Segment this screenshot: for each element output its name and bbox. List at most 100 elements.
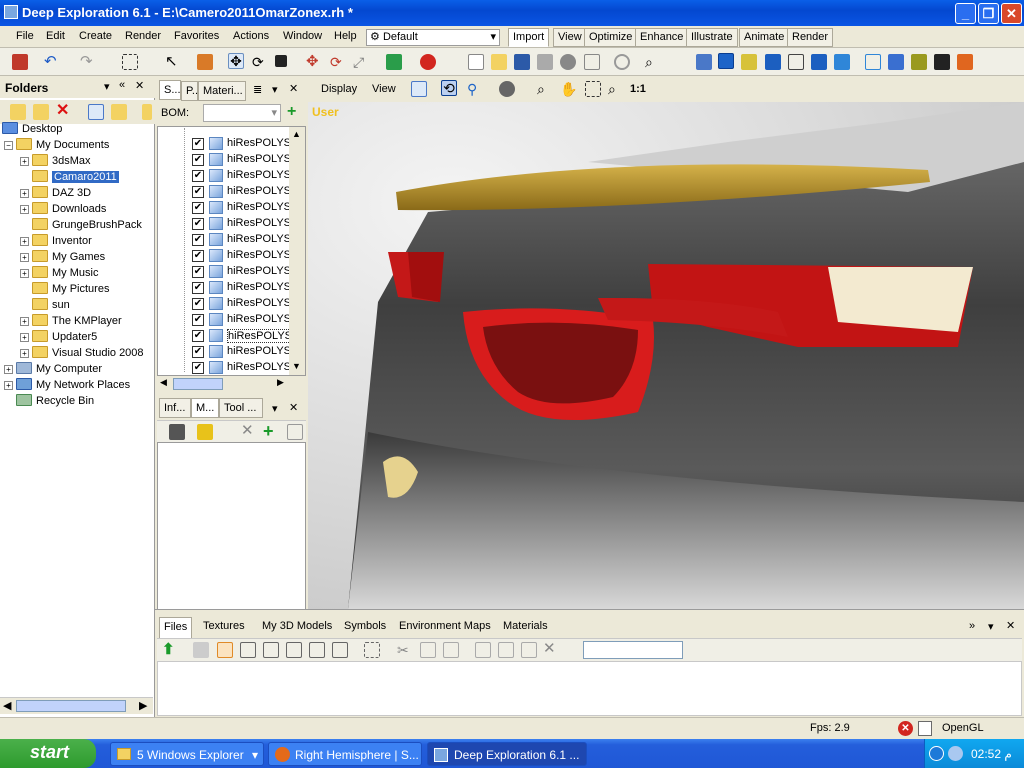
new-file-icon[interactable] (468, 54, 484, 70)
visibility-checkbox[interactable]: ✔ (192, 266, 204, 278)
bom-select[interactable]: ▾ (203, 104, 281, 122)
zoom-in-icon[interactable]: ⌕ (608, 81, 624, 97)
tab-properties[interactable]: P... (181, 81, 198, 101)
cut-icon[interactable]: ✂ (397, 642, 413, 658)
menu-actions[interactable]: Actions (233, 30, 269, 42)
app-menu-icon[interactable] (12, 54, 28, 70)
scroll-down-icon[interactable]: ▼ (292, 361, 301, 371)
view-front-icon[interactable] (696, 54, 712, 70)
zoom-extents-icon[interactable] (411, 81, 427, 97)
tab-symbols[interactable]: Symbols (340, 617, 391, 638)
tab-my-3d-models[interactable]: My 3D Models (258, 617, 337, 638)
actual-size-button[interactable]: 1:1 (630, 83, 646, 95)
bom-vscrollbar[interactable]: ▲ ▼ (289, 127, 305, 375)
view-textured-icon[interactable] (741, 54, 757, 70)
list-view-icon[interactable] (286, 642, 302, 658)
hidden-line-icon[interactable] (934, 54, 950, 70)
panel-menu-icon[interactable]: ▾ (272, 402, 278, 415)
bom-row[interactable]: ✔ hiResPOLYS_ (0, 360, 297, 376)
view-menu[interactable]: View (372, 83, 396, 95)
tree-item-recycle-bin[interactable]: Recycle Bin (16, 394, 94, 410)
up-folder-icon[interactable]: ⬆ (162, 642, 178, 658)
menu-edit[interactable]: Edit (46, 30, 65, 42)
undo-icon[interactable]: ↶ (44, 54, 60, 70)
add-icon[interactable]: + (287, 103, 296, 121)
paste-icon[interactable] (443, 642, 459, 658)
tab-materials[interactable]: Materi... (198, 81, 246, 101)
folder-tools-icon[interactable] (111, 104, 127, 120)
tab-materials-lib[interactable]: Materials (499, 617, 552, 638)
tiles-view-icon[interactable] (240, 642, 256, 658)
menu-favorites[interactable]: Favorites (174, 30, 219, 42)
icons-view-icon[interactable] (263, 642, 279, 658)
menu-help[interactable]: Help (334, 30, 357, 42)
scroll-thumb[interactable] (173, 378, 223, 390)
folders-dropdown-icon[interactable]: ▾ (104, 80, 110, 93)
visibility-checkbox[interactable]: ✔ (192, 234, 204, 246)
scroll-right-icon[interactable]: ▶ (139, 699, 147, 712)
ribbon-tab-illustrate[interactable]: Illustrate (686, 28, 738, 47)
visibility-checkbox[interactable]: ✔ (192, 330, 204, 342)
favorites-icon[interactable] (142, 104, 152, 120)
expand-icon[interactable] (287, 424, 303, 440)
ribbon-tab-animate[interactable]: Animate (739, 28, 790, 47)
ribbon-tab-render[interactable]: Render (787, 28, 834, 47)
error-icon[interactable]: ✕ (898, 721, 913, 736)
stop-icon[interactable] (614, 54, 630, 70)
panel-close-icon[interactable]: ✕ (289, 401, 298, 414)
search-icon[interactable]: ⌕ (645, 54, 661, 70)
tab-files[interactable]: Files (159, 617, 193, 638)
visibility-checkbox[interactable]: ✔ (192, 362, 204, 374)
smooth-shade-icon[interactable] (888, 54, 904, 70)
collapse-icon[interactable]: « (119, 79, 125, 91)
bottom-panel-close-icon[interactable]: ✕ (1006, 619, 1015, 632)
task-right-hemisphere[interactable]: Right Hemisphere | S... (268, 742, 422, 766)
delete-icon[interactable]: ✕ (56, 103, 72, 119)
pan-hand-icon[interactable]: ✋ (560, 81, 577, 97)
visibility-checkbox[interactable]: ✔ (192, 282, 204, 294)
arrange-icon[interactable] (364, 642, 380, 658)
flat-shade-icon[interactable] (911, 54, 927, 70)
open-icon[interactable] (193, 642, 209, 658)
material-ball-icon[interactable] (420, 54, 436, 70)
viewport[interactable]: User (308, 102, 1024, 609)
log-icon[interactable] (918, 721, 932, 736)
bom-row[interactable]: ✔ hiResPOLYS_ (0, 328, 300, 344)
panel-close-icon[interactable]: ✕ (289, 82, 298, 95)
brush-icon[interactable] (197, 54, 213, 70)
measure-tool-icon[interactable] (169, 424, 185, 440)
bom-row[interactable]: ✔ hiResPOLYS_ (0, 264, 297, 280)
axis-icon[interactable] (386, 54, 402, 70)
bom-row[interactable]: ✔ hiResPOLYS_ (0, 184, 297, 200)
rotate-icon[interactable]: ⟳ (252, 54, 268, 70)
tab-textures[interactable]: Textures (199, 617, 249, 638)
move-icon[interactable]: ✥ (228, 53, 244, 69)
menu-render[interactable]: Render (125, 30, 161, 42)
properties-file-icon[interactable] (521, 642, 537, 658)
scroll-right-icon[interactable]: ▶ (277, 377, 284, 388)
menu-create[interactable]: Create (79, 30, 112, 42)
visibility-checkbox[interactable]: ✔ (192, 202, 204, 214)
folders-hscrollbar[interactable]: ◀ ▶ (0, 697, 153, 714)
properties-icon[interactable] (88, 104, 104, 120)
expand-panel-icon[interactable]: » (969, 620, 975, 632)
bounding-box-icon[interactable] (865, 54, 881, 70)
bom-hscrollbar[interactable]: ◀ ▶ (157, 376, 306, 392)
bom-row[interactable]: ✔ hiResPOLYS_ (0, 280, 297, 296)
bom-row[interactable]: ✔ hiResPOLYS_ (0, 152, 297, 168)
bom-row[interactable]: ✔ hiResPOLYS_ (0, 200, 297, 216)
filter-icon[interactable] (197, 424, 213, 440)
ribbon-tab-optimize[interactable]: Optimize (584, 28, 638, 47)
tab-tools[interactable]: Tool ... (219, 398, 263, 418)
bom-row[interactable]: ✔ hiResPOLYS_ (0, 168, 297, 184)
visibility-checkbox[interactable]: ✔ (192, 250, 204, 262)
panel-menu-icon[interactable]: ▾ (272, 83, 278, 96)
visibility-checkbox[interactable]: ✔ (192, 218, 204, 230)
add-measure-icon[interactable]: + (263, 422, 279, 440)
open-folder-icon[interactable] (491, 54, 507, 70)
bom-row[interactable]: ✔ hiResPOLYS_ (0, 296, 297, 312)
panel-menu-icon[interactable]: ▾ (988, 620, 994, 633)
print-icon[interactable] (537, 54, 553, 70)
files-search-input[interactable] (583, 641, 683, 659)
visibility-checkbox[interactable]: ✔ (192, 186, 204, 198)
